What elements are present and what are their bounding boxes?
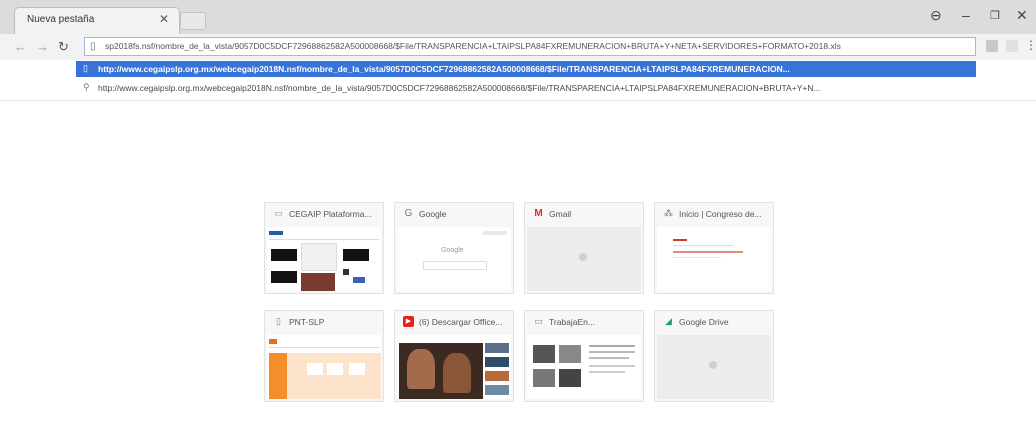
suggestion-search-text: http://www.cegaipslp.org.mx/webcegaip201… xyxy=(98,83,821,93)
title-bar: Nueva pestaña ✕ ⊖ – ❐ ✕ xyxy=(0,0,1036,34)
tile-cegaip[interactable]: ▭ CEGAIP Plataforma... xyxy=(264,202,384,294)
tile-header: G Google xyxy=(395,203,513,225)
gmail-icon: M xyxy=(534,208,543,219)
tile-thumbnail xyxy=(657,227,771,291)
placeholder-dot xyxy=(709,361,717,369)
tile-thumbnail xyxy=(267,227,381,291)
tile-thumbnail: Google xyxy=(397,227,511,291)
google-logo: Google xyxy=(441,247,464,254)
minimize-icon[interactable]: – xyxy=(962,7,970,23)
forward-icon[interactable]: → xyxy=(36,39,49,54)
tab-title: Nueva pestaña xyxy=(27,14,95,25)
congress-icon: ⁂ xyxy=(664,208,673,218)
tile-header: ▶ (6) Descargar Office... xyxy=(395,311,513,333)
suggestion-url-selected[interactable]: ▯ http://www.cegaipslp.org.mx/webcegaip2… xyxy=(76,61,976,77)
search-icon: ⚲ xyxy=(83,82,90,92)
maximize-icon[interactable]: ❐ xyxy=(990,9,1000,22)
new-tab-button[interactable] xyxy=(180,12,206,30)
tile-thumbnail xyxy=(657,335,771,399)
tile-pnt-slp[interactable]: ▯ PNT-SLP xyxy=(264,310,384,402)
omnibox-dropdown: ▯ http://www.cegaipslp.org.mx/webcegaip2… xyxy=(0,60,1036,101)
suggestion-search[interactable]: ⚲ http://www.cegaipslp.org.mx/webcegaip2… xyxy=(76,80,976,96)
page-icon: ▭ xyxy=(274,208,283,218)
profile-icon[interactable]: ⊖ xyxy=(930,7,942,24)
tile-title: PNT-SLP xyxy=(289,317,325,327)
tile-title: Inicio | Congreso de... xyxy=(679,209,762,219)
tile-title: (6) Descargar Office... xyxy=(419,317,503,327)
placeholder-dot xyxy=(579,253,587,261)
tile-thumbnail xyxy=(397,335,511,399)
tile-trabajaen[interactable]: ▭ TrabajaEn... xyxy=(524,310,644,402)
tile-youtube[interactable]: ▶ (6) Descargar Office... xyxy=(394,310,514,402)
close-window-icon[interactable]: ✕ xyxy=(1016,7,1028,24)
tile-title: Google xyxy=(419,209,447,219)
page-icon: ▯ xyxy=(90,41,96,52)
tile-congreso[interactable]: ⁂ Inicio | Congreso de... xyxy=(654,202,774,294)
address-bar[interactable]: ▯ sp2018fs.nsf/nombre_de_la_vista/9057D0… xyxy=(84,37,976,56)
tile-header: ▭ TrabajaEn... xyxy=(525,311,643,333)
toolbar: ← → ↻ ▯ sp2018fs.nsf/nombre_de_la_vista/… xyxy=(0,34,1036,61)
tile-title: CEGAIP Plataforma... xyxy=(289,209,372,219)
tile-title: Gmail xyxy=(549,209,572,219)
youtube-icon: ▶ xyxy=(403,316,414,327)
back-icon[interactable]: ← xyxy=(14,39,27,54)
tile-header: ▯ PNT-SLP xyxy=(265,311,383,333)
tile-header: ◢ Google Drive xyxy=(655,311,773,333)
tile-google[interactable]: G Google Google xyxy=(394,202,514,294)
tile-gmail[interactable]: M Gmail xyxy=(524,202,644,294)
tile-thumbnail xyxy=(527,227,641,291)
address-text[interactable]: sp2018fs.nsf/nombre_de_la_vista/9057D0C5… xyxy=(105,41,971,51)
close-icon[interactable]: ✕ xyxy=(159,12,169,26)
tile-title: TrabajaEn... xyxy=(549,317,595,327)
page-icon: ▯ xyxy=(276,316,281,326)
tab-new-tab[interactable]: Nueva pestaña ✕ xyxy=(14,7,180,34)
extension-icon[interactable] xyxy=(1006,40,1018,52)
reload-icon[interactable]: ↻ xyxy=(58,39,69,55)
tile-google-drive[interactable]: ◢ Google Drive xyxy=(654,310,774,402)
tile-header: ⁂ Inicio | Congreso de... xyxy=(655,203,773,225)
tile-header: M Gmail xyxy=(525,203,643,225)
page-icon: ▯ xyxy=(83,63,88,73)
drive-icon: ◢ xyxy=(665,316,672,326)
menu-icon[interactable]: ⋮ xyxy=(1025,38,1036,52)
tile-header: ▭ CEGAIP Plataforma... xyxy=(265,203,383,225)
page-icon: ▭ xyxy=(534,316,543,326)
suggestion-url-text: http://www.cegaipslp.org.mx/webcegaip201… xyxy=(98,64,790,74)
tile-thumbnail xyxy=(267,335,381,399)
google-icon: G xyxy=(404,208,413,219)
tile-thumbnail xyxy=(527,335,641,399)
extension-icon[interactable] xyxy=(986,40,998,52)
tile-title: Google Drive xyxy=(679,317,729,327)
